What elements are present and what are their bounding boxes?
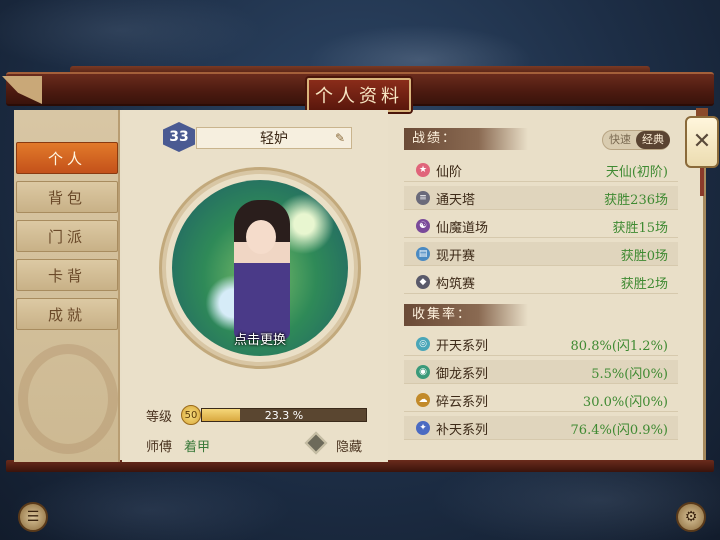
collection-label: 碎云系列 [436, 395, 489, 410]
lantern-cap [696, 108, 708, 116]
sidebar-item-personal[interactable]: 个人 [16, 142, 118, 174]
sidebar-item-sect[interactable]: 门派 [16, 220, 118, 252]
record-value: 获胜2场 [620, 277, 668, 292]
cloud-icon: ☁ [416, 393, 430, 407]
record-row-open: ▤ 现开赛 获胜0场 [404, 242, 678, 266]
chat-icon: ☰ [26, 509, 40, 525]
close-button[interactable]: ✕ [685, 116, 719, 168]
collection-value: 5.5%(闪0%) [591, 367, 668, 382]
sidebar-item-backpack[interactable]: 背包 [16, 181, 118, 213]
yinyang-icon: ☯ [416, 219, 430, 233]
swirl-icon: ◎ [416, 337, 430, 351]
collection-value: 30.0%(闪0%) [582, 395, 668, 410]
record-row-arena: ☯ 仙魔道场 获胜15场 [404, 214, 678, 238]
window-title: 个人资料 [307, 78, 411, 112]
record-value: 获胜236场 [604, 193, 668, 208]
sidebar-decoration [18, 344, 118, 454]
collection-header: 收集率： [404, 304, 528, 326]
collection-value: 80.8%(闪1.2%) [570, 339, 668, 354]
record-label: 通天塔 [436, 193, 476, 208]
chat-button[interactable]: ☰ [18, 502, 48, 532]
mode-toggle[interactable]: 快速 经典 [602, 130, 670, 150]
level-value: 50 [181, 405, 201, 425]
menu-button[interactable]: ⚙ [676, 502, 706, 532]
tower-icon: ≡ [416, 191, 430, 205]
sidebar-item-cardback[interactable]: 卡背 [16, 259, 118, 291]
hide-label: 隐藏 [336, 440, 363, 455]
collection-label: 御龙系列 [436, 367, 489, 382]
close-icon: ✕ [692, 129, 712, 154]
cards-icon: ▤ [416, 247, 430, 261]
mode-option-quick[interactable]: 快速 [603, 131, 637, 149]
record-row-tower: ≡ 通天塔 获胜236场 [404, 186, 678, 210]
dragon-icon: ◉ [416, 365, 430, 379]
master-name[interactable]: 着甲 [184, 436, 210, 455]
change-avatar-label: 点击更换 [233, 333, 286, 348]
level-label: 等级 [146, 410, 173, 425]
player-name-field[interactable]: 轻妒 ✎ [196, 127, 352, 149]
collection-row-suiyun: ☁ 碎云系列 30.0%(闪0%) [404, 388, 678, 412]
collection-row-yulong: ◉ 御龙系列 5.5%(闪0%) [404, 360, 678, 384]
lantern-tassel [700, 168, 704, 196]
record-value: 获胜0场 [620, 249, 668, 264]
sidebar-item-achievements[interactable]: 成就 [16, 298, 118, 330]
collection-row-kaitian: ◎ 开天系列 80.8%(闪1.2%) [404, 332, 678, 356]
record-row-build: ◆ 构筑赛 获胜2场 [404, 270, 678, 294]
level-badge-number: 33 [169, 129, 189, 145]
avatar-face [246, 220, 276, 254]
edit-pencil-icon[interactable]: ✎ [333, 131, 347, 145]
experience-percent: 23.3 % [264, 409, 304, 422]
record-label: 构筑赛 [436, 277, 476, 292]
master-label: 师傅 [146, 440, 173, 455]
build-icon: ◆ [416, 275, 430, 289]
experience-bar: 23.3 % [201, 408, 367, 422]
collection-label: 开天系列 [436, 339, 489, 354]
record-header: 战绩： [404, 128, 528, 150]
star-icon: ★ [416, 163, 430, 177]
record-label: 现开赛 [436, 249, 476, 264]
avatar[interactable]: 点击更换 [172, 180, 348, 356]
collection-row-butian: ✦ 补天系列 76.4%(闪0.9%) [404, 416, 678, 440]
sky-icon: ✦ [416, 421, 430, 435]
collection-label: 补天系列 [436, 423, 489, 438]
player-name: 轻妒 [260, 131, 288, 147]
record-label: 仙魔道场 [436, 221, 489, 236]
mode-option-classic[interactable]: 经典 [636, 131, 670, 149]
collection-value: 76.4%(闪0.9%) [570, 423, 668, 438]
record-label: 仙阶 [436, 165, 463, 180]
record-value: 获胜15场 [612, 221, 668, 236]
menu-icon: ⚙ [684, 509, 698, 525]
record-row-rank: ★ 仙阶 天仙(初阶) [404, 158, 678, 182]
record-value: 天仙(初阶) [605, 165, 668, 180]
